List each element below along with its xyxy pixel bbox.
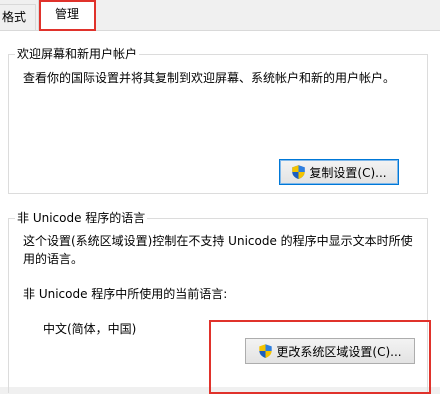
non-unicode-description-line2: 用的语言。	[23, 252, 84, 266]
copy-settings-label: 复制设置(C)...	[309, 165, 387, 180]
current-language-label: 非 Unicode 程序中所使用的当前语言:	[23, 287, 228, 301]
welcome-group-description: 查看你的国际设置并将其复制到欢迎屏幕、系统帐户和新的用户帐户。	[23, 71, 396, 85]
uac-shield-icon	[292, 165, 306, 179]
welcome-group-title: 欢迎屏幕和新用户帐户	[15, 46, 140, 62]
uac-shield-icon	[259, 344, 273, 358]
current-language-value: 中文(简体，中国)	[43, 322, 137, 336]
change-system-locale-label: 更改系统区域设置(C)...	[276, 344, 402, 359]
tab-administrative[interactable]: 管理	[38, 0, 96, 31]
change-system-locale-button[interactable]: 更改系统区域设置(C)...	[245, 338, 415, 364]
copy-settings-button[interactable]: 复制设置(C)...	[279, 159, 399, 185]
non-unicode-group: 非 Unicode 程序的语言 这个设置(系统区域设置)控制在不支持 Unico…	[8, 210, 431, 394]
tab-panel: 欢迎屏幕和新用户帐户 查看你的国际设置并将其复制到欢迎屏幕、系统帐户和新的用户帐…	[0, 30, 440, 394]
tab-strip: 格式 管理	[0, 0, 440, 31]
tab-formats-label: 格式	[2, 10, 27, 24]
welcome-screen-group: 欢迎屏幕和新用户帐户 查看你的国际设置并将其复制到欢迎屏幕、系统帐户和新的用户帐…	[8, 46, 428, 194]
tab-formats[interactable]: 格式	[0, 4, 36, 30]
non-unicode-group-title: 非 Unicode 程序的语言	[15, 210, 148, 226]
tab-administrative-label: 管理	[54, 7, 79, 21]
non-unicode-description-line1: 这个设置(系统区域设置)控制在不支持 Unicode 的程序中显示文本时所使	[23, 234, 413, 248]
